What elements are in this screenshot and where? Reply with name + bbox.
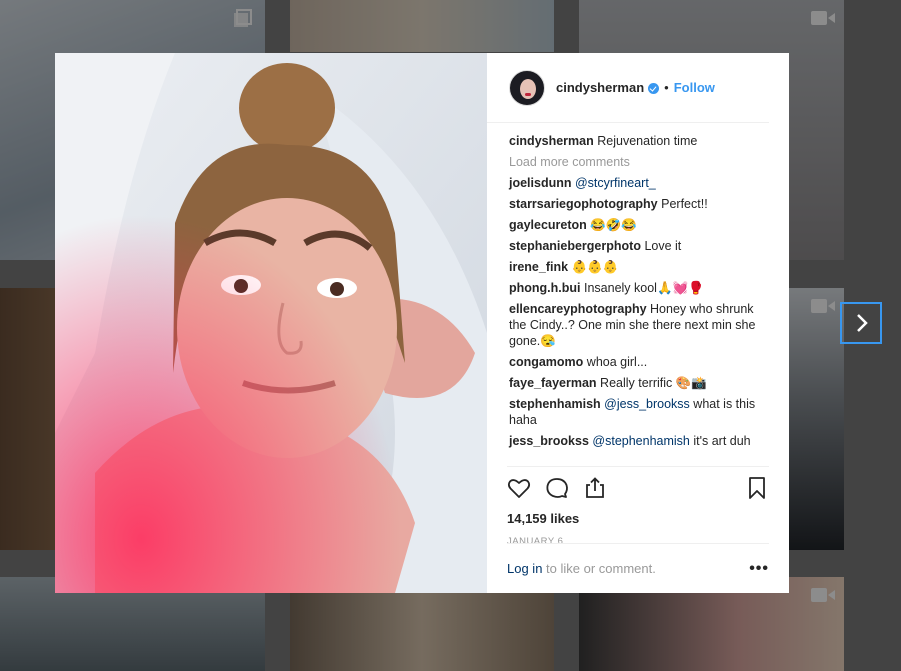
comment-text: Love it xyxy=(644,239,682,253)
comment-item: phong.h.bui Insanely kool🙏💓🥊 xyxy=(509,280,771,296)
comment-item: faye_fayerman Really terrific 🎨📸 xyxy=(509,375,771,391)
author-username[interactable]: cindysherman xyxy=(556,80,644,95)
comment-item: stephaniebergerphoto Love it xyxy=(509,238,771,254)
comment-text: 😂🤣😂 xyxy=(590,218,637,232)
comment-item: congamomo whoa girl... xyxy=(509,354,771,370)
comment-item: joelisdunn @stcyrfineart_ xyxy=(509,175,771,191)
comment-username[interactable]: irene_fink xyxy=(509,260,568,274)
next-post-button[interactable] xyxy=(840,302,882,344)
post-photo[interactable] xyxy=(55,53,487,593)
comment-mention[interactable]: @stephenhamish xyxy=(592,434,689,448)
comment-icon[interactable] xyxy=(545,476,569,500)
share-icon[interactable] xyxy=(583,476,607,500)
post-image xyxy=(55,53,487,593)
comment-item: ellencareyphotography Honey who shrunk t… xyxy=(509,301,771,349)
caption: cindysherman Rejuvenation time xyxy=(509,133,771,149)
comments-list: cindysherman Rejuvenation time Load more… xyxy=(509,133,771,454)
comment-item: stephenhamish @jess_brookss what is this… xyxy=(509,396,771,428)
login-prompt-text: to like or comment. xyxy=(546,561,656,576)
comment-text: it's art duh xyxy=(693,434,751,448)
comment-username[interactable]: stephaniebergerphoto xyxy=(509,239,641,253)
post-actions: 14,159 likes JANUARY 6 xyxy=(507,466,769,547)
avatar-lips xyxy=(525,92,531,96)
comment-username[interactable]: stephenhamish xyxy=(509,397,601,411)
comment-username[interactable]: jess_brookss xyxy=(509,434,589,448)
caption-text: Rejuvenation time xyxy=(597,134,698,148)
post-details-panel: cindysherman • Follow cindysherman Rejuv… xyxy=(487,53,789,593)
comment-username[interactable]: phong.h.bui xyxy=(509,281,581,295)
load-more-comments-link[interactable]: Load more comments xyxy=(509,154,771,170)
comment-mention[interactable]: @jess_brookss xyxy=(604,397,690,411)
comment-username[interactable]: congamomo xyxy=(509,355,583,369)
post-modal: cindysherman • Follow cindysherman Rejuv… xyxy=(55,53,789,593)
verified-badge-icon xyxy=(648,83,660,94)
avatar-face xyxy=(520,78,536,99)
comment-username[interactable]: gaylecureton xyxy=(509,218,587,232)
comment-username[interactable]: joelisdunn xyxy=(509,176,572,190)
comment-item: starrsariegophotography Perfect!! xyxy=(509,196,771,212)
comment-text: Insanely kool🙏💓🥊 xyxy=(584,281,704,295)
follow-button[interactable]: Follow xyxy=(674,80,715,95)
caption-username[interactable]: cindysherman xyxy=(509,134,594,148)
post-header: cindysherman • Follow xyxy=(487,53,769,123)
comment-text: Really terrific 🎨📸 xyxy=(600,376,707,390)
comment-username[interactable]: ellencareyphotography xyxy=(509,302,647,316)
more-options-icon[interactable]: ••• xyxy=(749,560,769,578)
comment-username[interactable]: faye_fayerman xyxy=(509,376,597,390)
chevron-right-icon xyxy=(857,314,868,332)
comment-text: Perfect!! xyxy=(661,197,708,211)
comment-text: whoa girl... xyxy=(586,355,648,369)
comment-text: 👶👶👶 xyxy=(571,260,619,274)
likes-count[interactable]: 14,159 likes xyxy=(507,511,769,526)
comment-username[interactable]: starrsariegophotography xyxy=(509,197,658,211)
bookmark-icon[interactable] xyxy=(745,476,769,500)
action-icons xyxy=(507,475,769,501)
separator-dot: • xyxy=(664,80,669,95)
login-link[interactable]: Log in xyxy=(507,561,542,576)
comment-mention[interactable]: @stcyrfineart_ xyxy=(575,176,656,190)
comment-item: irene_fink 👶👶👶 xyxy=(509,259,771,275)
comment-item: jess_brookss @stephenhamish it's art duh xyxy=(509,433,771,449)
avatar[interactable] xyxy=(509,69,545,106)
comment-login-prompt: Log in to like or comment. ••• xyxy=(507,543,769,593)
heart-icon[interactable] xyxy=(507,476,531,500)
comment-item: gaylecureton 😂🤣😂 xyxy=(509,217,771,233)
